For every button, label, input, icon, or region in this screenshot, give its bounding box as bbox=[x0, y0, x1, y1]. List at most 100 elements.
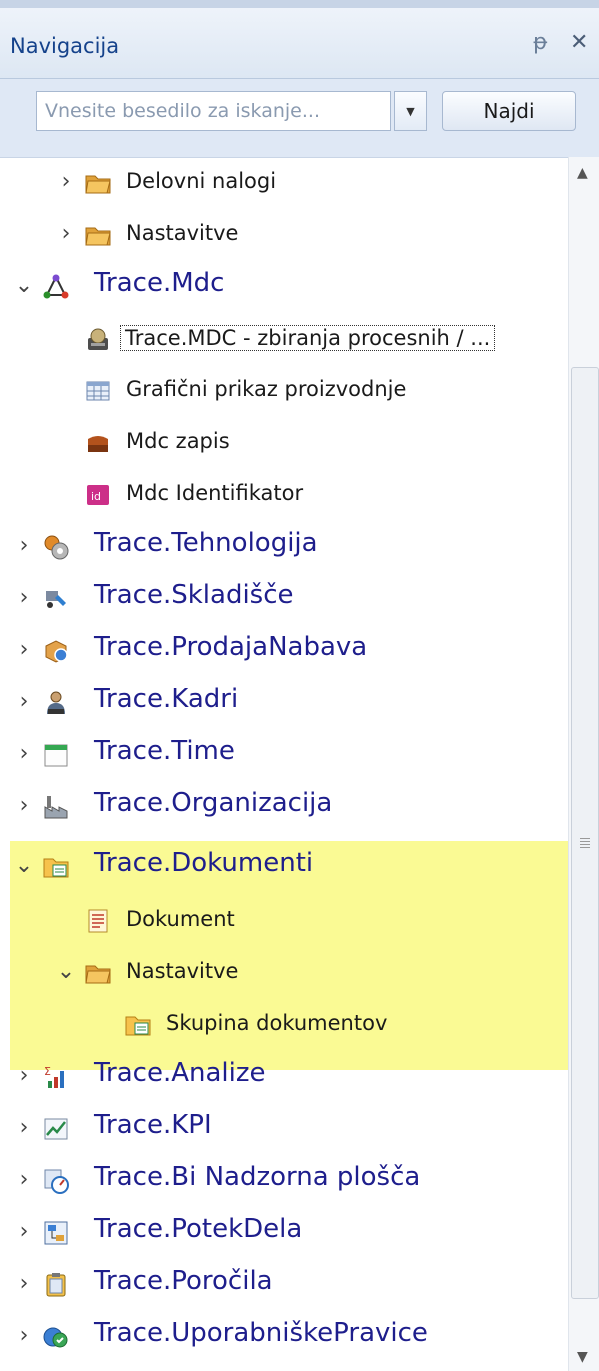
document-icon bbox=[88, 909, 108, 933]
tree-item-label: Trace.Time bbox=[94, 736, 235, 766]
record-icon bbox=[88, 436, 108, 452]
expand-arrow-icon[interactable]: › bbox=[14, 741, 34, 766]
tree-item-label: Trace.PotekDela bbox=[94, 1214, 303, 1244]
expand-arrow-icon[interactable]: › bbox=[14, 1323, 34, 1348]
analysis-icon: Σ bbox=[44, 1065, 64, 1088]
tree-root-bi-nadzorna[interactable]: › Trace.Bi Nadzorna plošča bbox=[0, 1157, 568, 1209]
panel-title: Navigacija bbox=[10, 34, 120, 58]
tree-item-label: Trace.MDC - zbiranja procesnih / ... bbox=[120, 325, 496, 351]
tree-root-skladisce[interactable]: › Trace.Skladišče bbox=[0, 575, 568, 627]
forklift-icon bbox=[46, 591, 66, 608]
tree-item-label: Trace.Skladišče bbox=[94, 580, 294, 610]
calendar-icon bbox=[44, 744, 68, 767]
tree-item-label: Skupina dokumentov bbox=[166, 1011, 388, 1035]
collapse-arrow-icon[interactable]: ⌄ bbox=[56, 959, 76, 984]
scrollbar-thumb[interactable] bbox=[571, 367, 599, 1299]
folder-icon bbox=[85, 227, 111, 246]
find-button[interactable]: Najdi bbox=[442, 91, 576, 131]
panel-top-border bbox=[0, 0, 599, 8]
tree-item-mdc-zbiranja[interactable]: Trace.MDC - zbiranja procesnih / ... bbox=[0, 315, 568, 367]
tree-root-kpi[interactable]: › Trace.KPI bbox=[0, 1105, 568, 1157]
tree-root-potek-dela[interactable]: › Trace.PotekDela bbox=[0, 1209, 568, 1261]
package-icon bbox=[45, 640, 68, 663]
expand-arrow-icon[interactable]: › bbox=[14, 533, 34, 558]
tree-item-label: Trace.UporabniškePravice bbox=[94, 1318, 428, 1348]
chevron-down-icon: ▼ bbox=[406, 104, 415, 118]
permissions-icon bbox=[43, 1327, 68, 1348]
search-dropdown-button[interactable]: ▼ bbox=[394, 91, 427, 131]
expand-arrow-icon[interactable]: › bbox=[14, 793, 34, 818]
person-icon bbox=[47, 691, 65, 714]
tree-item-label: Trace.Organizacija bbox=[94, 788, 333, 818]
tree-item-label: Mdc zapis bbox=[126, 429, 230, 453]
expand-arrow-icon[interactable]: › bbox=[14, 1167, 34, 1192]
scroll-up-arrow-icon[interactable]: ▲ bbox=[577, 165, 588, 181]
tree-item-label: Mdc Identifikator bbox=[126, 481, 304, 505]
search-bar: ▼ Najdi bbox=[0, 79, 599, 158]
tree-item-label: Trace.Mdc bbox=[94, 268, 225, 298]
expand-arrow-icon[interactable]: › bbox=[14, 637, 34, 662]
tree-item-dokument[interactable]: Dokument bbox=[0, 897, 568, 949]
tree-root-prodaja-nabava[interactable]: › Trace.ProdajaNabava bbox=[0, 627, 568, 679]
folder-icon bbox=[85, 175, 111, 194]
tree-root-kadri[interactable]: › Trace.Kadri bbox=[0, 679, 568, 731]
expand-arrow-icon[interactable]: › bbox=[14, 585, 34, 610]
scroll-down-arrow-icon[interactable]: ▼ bbox=[577, 1349, 588, 1365]
tree-item-label: Trace.ProdajaNabava bbox=[94, 632, 368, 662]
expand-arrow-icon[interactable]: › bbox=[56, 169, 76, 194]
id-icon: id bbox=[87, 485, 109, 505]
tree-item-label: Nastavitve bbox=[126, 221, 239, 245]
tree-root-analize[interactable]: › Σ Trace.Analize bbox=[0, 1053, 568, 1105]
tree-root-organizacija[interactable]: › Trace.Organizacija bbox=[0, 783, 568, 835]
tree-item-graficni-prikaz[interactable]: Grafični prikaz proizvodnje bbox=[0, 367, 568, 419]
collapse-arrow-icon[interactable]: ⌄ bbox=[14, 853, 34, 878]
tree-root-tehnologija[interactable]: › Trace.Tehnologija bbox=[0, 523, 568, 575]
tree-root-porocila[interactable]: › Trace.Poročila bbox=[0, 1261, 568, 1313]
dashboard-icon bbox=[44, 1169, 69, 1194]
tree-root-trace-mdc[interactable]: ⌄ Trace.Mdc bbox=[0, 263, 568, 315]
tree-item-label: Trace.Dokumenti bbox=[94, 848, 314, 878]
tree-item-label: Trace.KPI bbox=[94, 1110, 212, 1140]
navigation-tree: › Delovni nalogi › Nastavitve ⌄ Trace.Md… bbox=[0, 157, 568, 1371]
svg-text:Σ: Σ bbox=[44, 1065, 51, 1078]
tree-item-label: Dokument bbox=[126, 907, 235, 931]
data-collection-icon bbox=[88, 328, 108, 350]
close-icon[interactable]: ✕ bbox=[570, 30, 588, 55]
folder-icon bbox=[85, 965, 111, 984]
document-folder-icon bbox=[43, 858, 69, 878]
expand-arrow-icon[interactable]: › bbox=[14, 689, 34, 714]
tree-item-label: Delovni nalogi bbox=[126, 169, 277, 193]
tree-item-label: Trace.Poročila bbox=[94, 1266, 273, 1296]
tree-item-skupina-dokumentov[interactable]: Skupina dokumentov bbox=[0, 1001, 568, 1053]
expand-arrow-icon[interactable]: › bbox=[56, 221, 76, 246]
pin-icon[interactable]: ᵽ bbox=[533, 30, 548, 55]
network-icon bbox=[43, 274, 69, 299]
workflow-icon bbox=[44, 1221, 68, 1245]
tree-item-label: Grafični prikaz proizvodnje bbox=[126, 377, 407, 401]
tree-item-nastavitve-dokumenti[interactable]: ⌄ Nastavitve bbox=[0, 949, 568, 1001]
tree-item-nastavitve[interactable]: › Nastavitve bbox=[0, 211, 568, 263]
grid-chart-icon bbox=[86, 381, 110, 401]
expand-arrow-icon[interactable]: › bbox=[14, 1115, 34, 1140]
vertical-scrollbar[interactable]: ▲ ▼ bbox=[568, 157, 599, 1371]
tree-root-uporabniske-pravice[interactable]: › Trace.UporabniškePravice bbox=[0, 1313, 568, 1365]
tree-item-label: Trace.Bi Nadzorna plošča bbox=[94, 1162, 421, 1192]
factory-icon bbox=[44, 796, 68, 819]
tree-item-mdc-identifikator[interactable]: id Mdc Identifikator bbox=[0, 471, 568, 523]
search-input[interactable] bbox=[36, 91, 391, 131]
collapse-arrow-icon[interactable]: ⌄ bbox=[14, 273, 34, 298]
expand-arrow-icon[interactable]: › bbox=[14, 1271, 34, 1296]
svg-text:id: id bbox=[91, 490, 101, 503]
document-group-icon bbox=[125, 1016, 151, 1036]
expand-arrow-icon[interactable]: › bbox=[14, 1219, 34, 1244]
expand-arrow-icon[interactable]: › bbox=[14, 1063, 34, 1088]
scrollbar-grip-icon bbox=[580, 838, 590, 850]
tree-item-label: Trace.Tehnologija bbox=[94, 528, 318, 558]
tree-item-delovni-nalogi[interactable]: › Delovni nalogi bbox=[0, 159, 568, 211]
panel-header: Navigacija ᵽ ✕ bbox=[0, 8, 599, 79]
tree-root-dokumenti[interactable]: ⌄ Trace.Dokumenti bbox=[0, 843, 568, 895]
clipboard-icon bbox=[46, 1273, 66, 1297]
kpi-chart-icon bbox=[44, 1118, 68, 1140]
tree-root-time[interactable]: › Trace.Time bbox=[0, 731, 568, 783]
tree-item-mdc-zapis[interactable]: Mdc zapis bbox=[0, 419, 568, 471]
